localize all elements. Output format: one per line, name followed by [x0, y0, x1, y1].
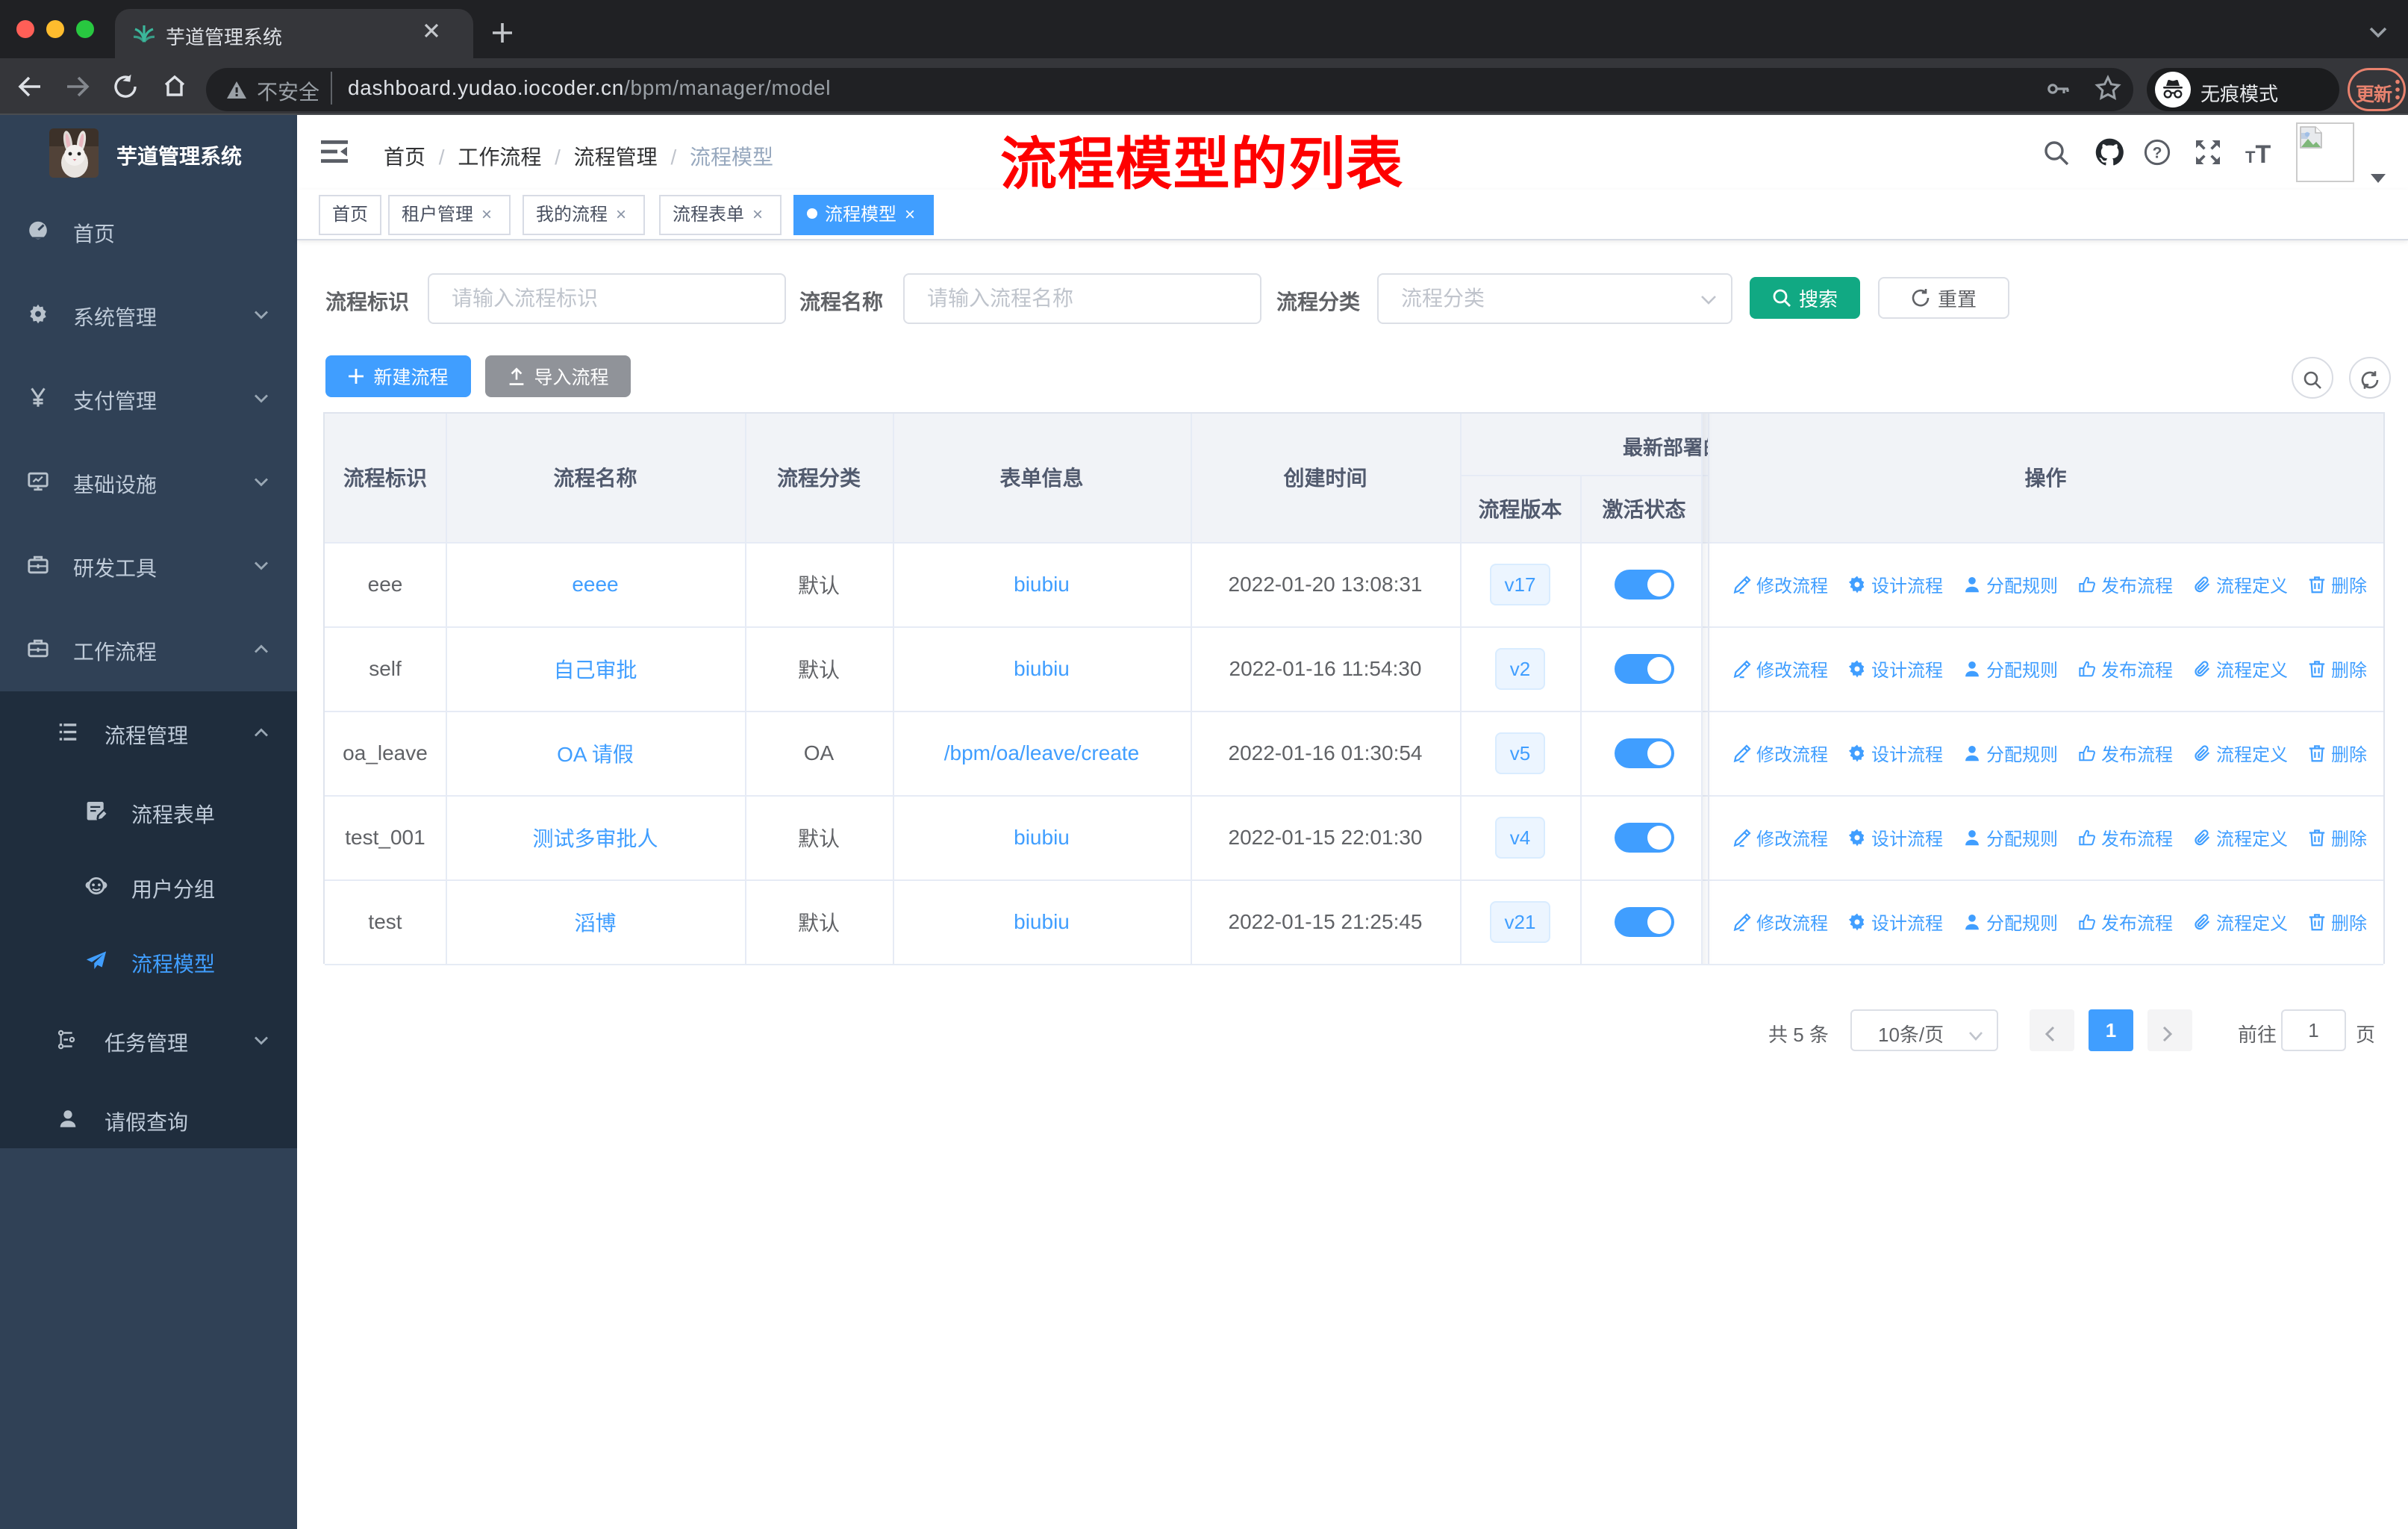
svg-text:?: ? — [2153, 145, 2162, 162]
